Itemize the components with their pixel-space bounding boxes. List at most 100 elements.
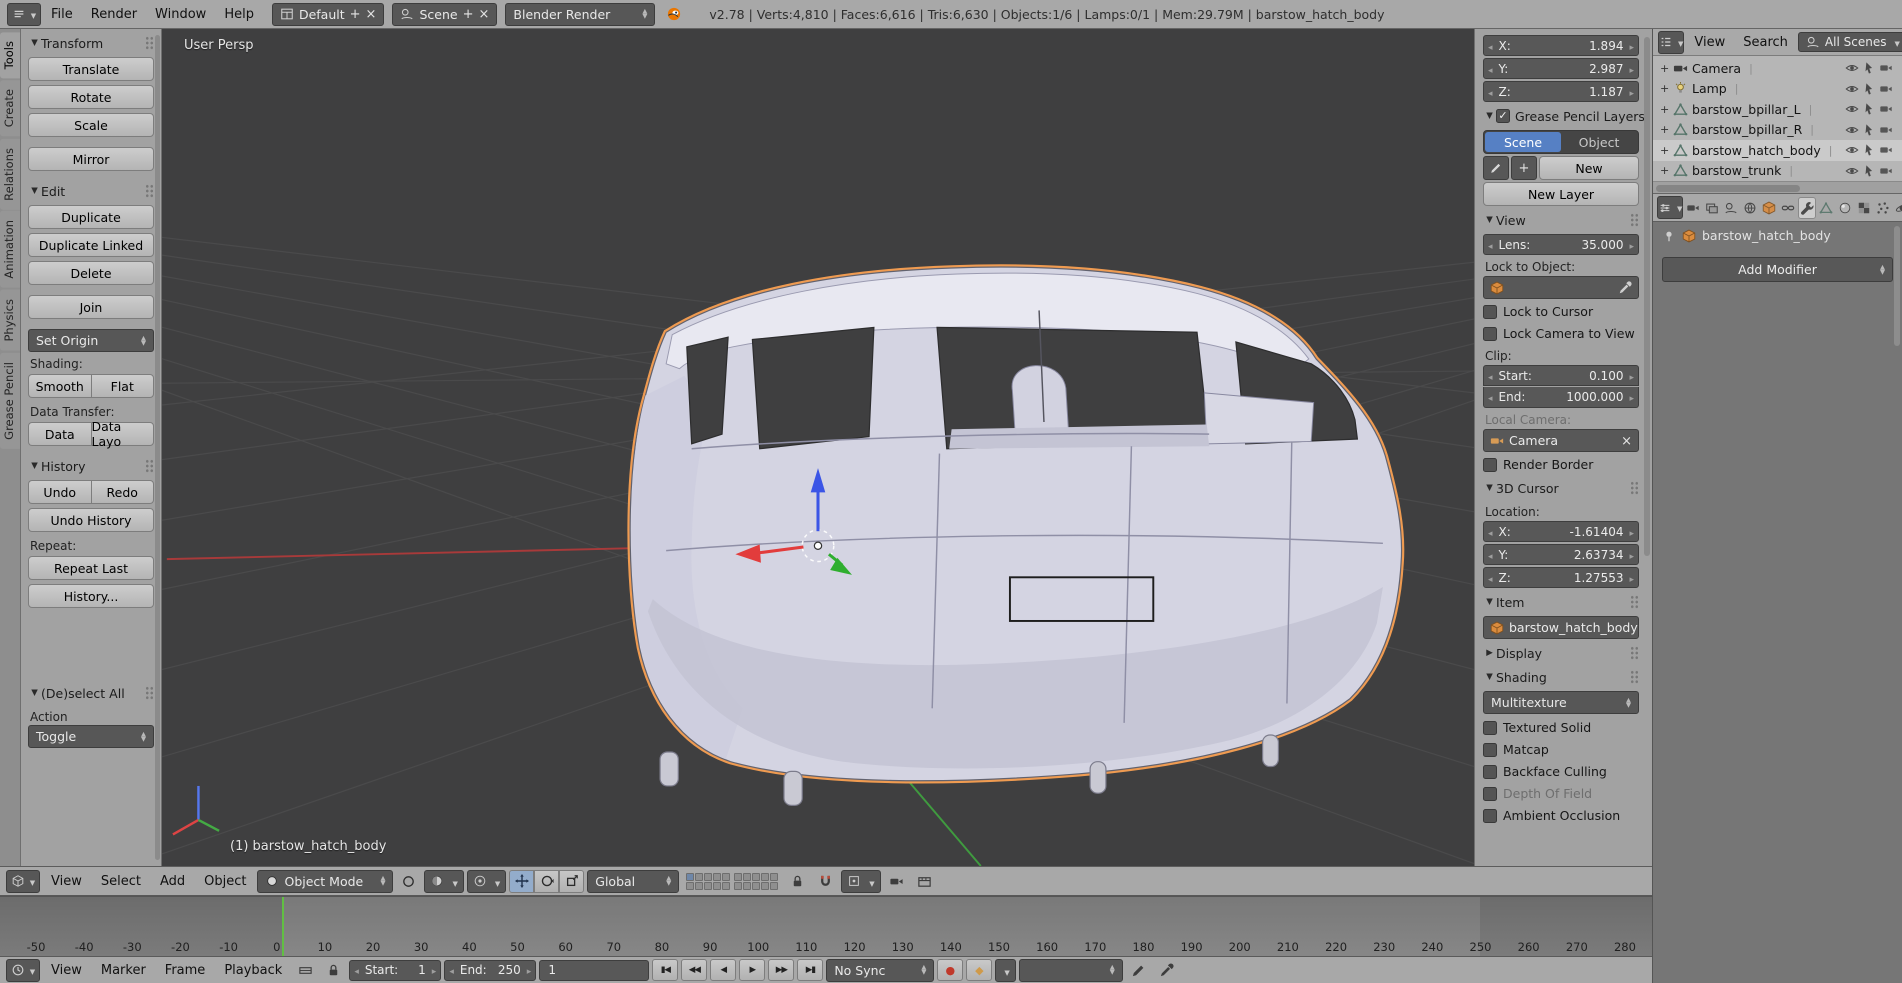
outliner-row[interactable]: Lamp|: [1653, 79, 1902, 100]
depth-of-field-checkbox[interactable]: [1483, 787, 1497, 801]
data-layout-button[interactable]: Data Layo: [91, 422, 155, 446]
translate-button[interactable]: Translate: [28, 57, 154, 81]
tab-modifiers-icon[interactable]: [1798, 197, 1816, 219]
current-frame-field[interactable]: 1: [539, 960, 649, 981]
frame-end-field[interactable]: End: 250: [444, 960, 536, 981]
editor-type-outliner-button[interactable]: [1658, 31, 1684, 54]
manipulator-scale-button[interactable]: [559, 870, 584, 893]
opengl-render-button[interactable]: [884, 870, 909, 893]
toggle-dropdown[interactable]: Toggle: [28, 725, 154, 748]
layer-toggle[interactable]: [713, 882, 721, 890]
menu-render[interactable]: Render: [83, 7, 145, 22]
pin-icon[interactable]: [1662, 229, 1676, 243]
panel-header-view[interactable]: View: [1483, 208, 1639, 232]
panel-drag-dots[interactable]: [1630, 646, 1639, 660]
tab-animation[interactable]: Animation: [0, 211, 20, 288]
properties-scrollbar[interactable]: [1894, 226, 1900, 346]
tab-material-icon[interactable]: [1836, 197, 1854, 219]
layer-toggle[interactable]: [704, 873, 712, 881]
play-reverse-button[interactable]: [710, 959, 736, 981]
panel-drag-dots[interactable]: [145, 459, 154, 473]
current-frame-marker[interactable]: [282, 897, 284, 956]
selectability-cursor-icon[interactable]: [1862, 164, 1876, 178]
timeline-menu-playback[interactable]: Playback: [216, 963, 290, 978]
duplicate-button[interactable]: Duplicate: [28, 205, 154, 229]
increment-arrow-icon[interactable]: [1629, 548, 1634, 562]
renderability-camera-icon[interactable]: [1879, 164, 1893, 178]
decrement-arrow-icon[interactable]: [354, 963, 359, 977]
outliner-item-label[interactable]: Camera: [1692, 61, 1741, 76]
clear-icon[interactable]: [1621, 433, 1632, 449]
scale-button[interactable]: Scale: [28, 113, 154, 137]
panel-drag-dots[interactable]: [145, 184, 154, 198]
selectability-cursor-icon[interactable]: [1862, 143, 1876, 157]
rotate-button[interactable]: Rotate: [28, 85, 154, 109]
mode-dropdown[interactable]: Object Mode: [257, 870, 393, 893]
outliner-item-label[interactable]: barstow_trunk: [1692, 163, 1781, 178]
panel-header-grease-pencil[interactable]: Grease Pencil Layers: [1483, 104, 1639, 128]
keying-set-field[interactable]: [1019, 959, 1123, 982]
outliner-h-scrollbar[interactable]: [1653, 181, 1902, 193]
cursor-y-field[interactable]: Y: 2.63734: [1483, 544, 1639, 565]
join-button[interactable]: Join: [28, 295, 154, 319]
next-keyframe-button[interactable]: [768, 959, 794, 981]
visibility-eye-icon[interactable]: [1845, 61, 1859, 75]
layer-toggle[interactable]: [770, 882, 778, 890]
shade-flat-button[interactable]: Flat: [91, 374, 155, 398]
tab-particles-icon[interactable]: [1874, 197, 1892, 219]
selectability-cursor-icon[interactable]: [1862, 61, 1876, 75]
undo-button[interactable]: Undo: [28, 480, 91, 504]
panel-drag-dots[interactable]: [1630, 213, 1639, 227]
outliner-menu-search[interactable]: Search: [1735, 35, 1796, 50]
panel-header-display[interactable]: Display: [1483, 641, 1639, 665]
panel-header-deselect-all[interactable]: (De)select All: [28, 681, 154, 705]
panel-drag-dots[interactable]: [1630, 670, 1639, 684]
timeline-band[interactable]: -50-40-30-20-100102030405060708090100110…: [0, 896, 1652, 956]
layer-toggle[interactable]: [722, 873, 730, 881]
location-z-field[interactable]: Z: 1.187: [1483, 81, 1639, 102]
car-model[interactable]: [630, 267, 1401, 805]
clip-start-field[interactable]: Start: 0.100: [1483, 365, 1639, 386]
delete-keyframe-button[interactable]: [1154, 959, 1179, 982]
increment-arrow-icon[interactable]: [1629, 238, 1634, 252]
add-scene-icon[interactable]: [463, 6, 474, 22]
scene-selector[interactable]: Scene: [392, 3, 497, 26]
renderability-camera-icon[interactable]: [1879, 61, 1893, 75]
gizmo-center-dot[interactable]: [814, 542, 821, 549]
layer-toggle[interactable]: [761, 873, 769, 881]
location-x-field[interactable]: X: 1.894: [1483, 35, 1639, 56]
expander-icon[interactable]: [1660, 103, 1673, 116]
increment-arrow-icon[interactable]: [432, 963, 437, 977]
duplicate-linked-button[interactable]: Duplicate Linked: [28, 233, 154, 257]
outliner-scope-dropdown[interactable]: All Scenes: [1798, 32, 1902, 52]
decrement-arrow-icon[interactable]: [1488, 85, 1493, 99]
expander-icon[interactable]: [1660, 164, 1673, 177]
layer-toggle[interactable]: [686, 873, 694, 881]
increment-arrow-icon[interactable]: [527, 963, 532, 977]
viewport-3d[interactable]: User Persp (1) barstow_hatch_body: [162, 29, 1474, 866]
tab-tools[interactable]: Tools: [0, 32, 20, 78]
editor-type-timeline-button[interactable]: [6, 959, 40, 982]
decrement-arrow-icon[interactable]: [1488, 369, 1493, 383]
snap-element-dropdown[interactable]: [841, 870, 880, 893]
shading-mode-dropdown[interactable]: Multitexture: [1483, 691, 1639, 714]
menu-file[interactable]: File: [43, 7, 81, 22]
close-scene-icon[interactable]: [478, 6, 489, 22]
timeline-menu-marker[interactable]: Marker: [93, 963, 154, 978]
item-name-field[interactable]: barstow_hatch_body: [1483, 616, 1639, 639]
layer-toggle[interactable]: [686, 882, 694, 890]
selectability-cursor-icon[interactable]: [1862, 123, 1876, 137]
lock-to-cursor-checkbox[interactable]: [1483, 305, 1497, 319]
tab-physics[interactable]: Physics: [0, 290, 20, 351]
delete-button[interactable]: Delete: [28, 261, 154, 285]
breadcrumb-object-name[interactable]: barstow_hatch_body: [1702, 228, 1831, 243]
opengl-render-anim-button[interactable]: [912, 870, 937, 893]
visibility-eye-icon[interactable]: [1845, 164, 1859, 178]
panel-drag-dots[interactable]: [145, 686, 154, 700]
tab-create[interactable]: Create: [0, 80, 20, 136]
layer-toggle[interactable]: [695, 873, 703, 881]
layer-toggle[interactable]: [695, 882, 703, 890]
cursor-x-field[interactable]: X: -1.61404: [1483, 521, 1639, 542]
layer-toggle[interactable]: [722, 882, 730, 890]
data-button[interactable]: Data: [28, 422, 91, 446]
